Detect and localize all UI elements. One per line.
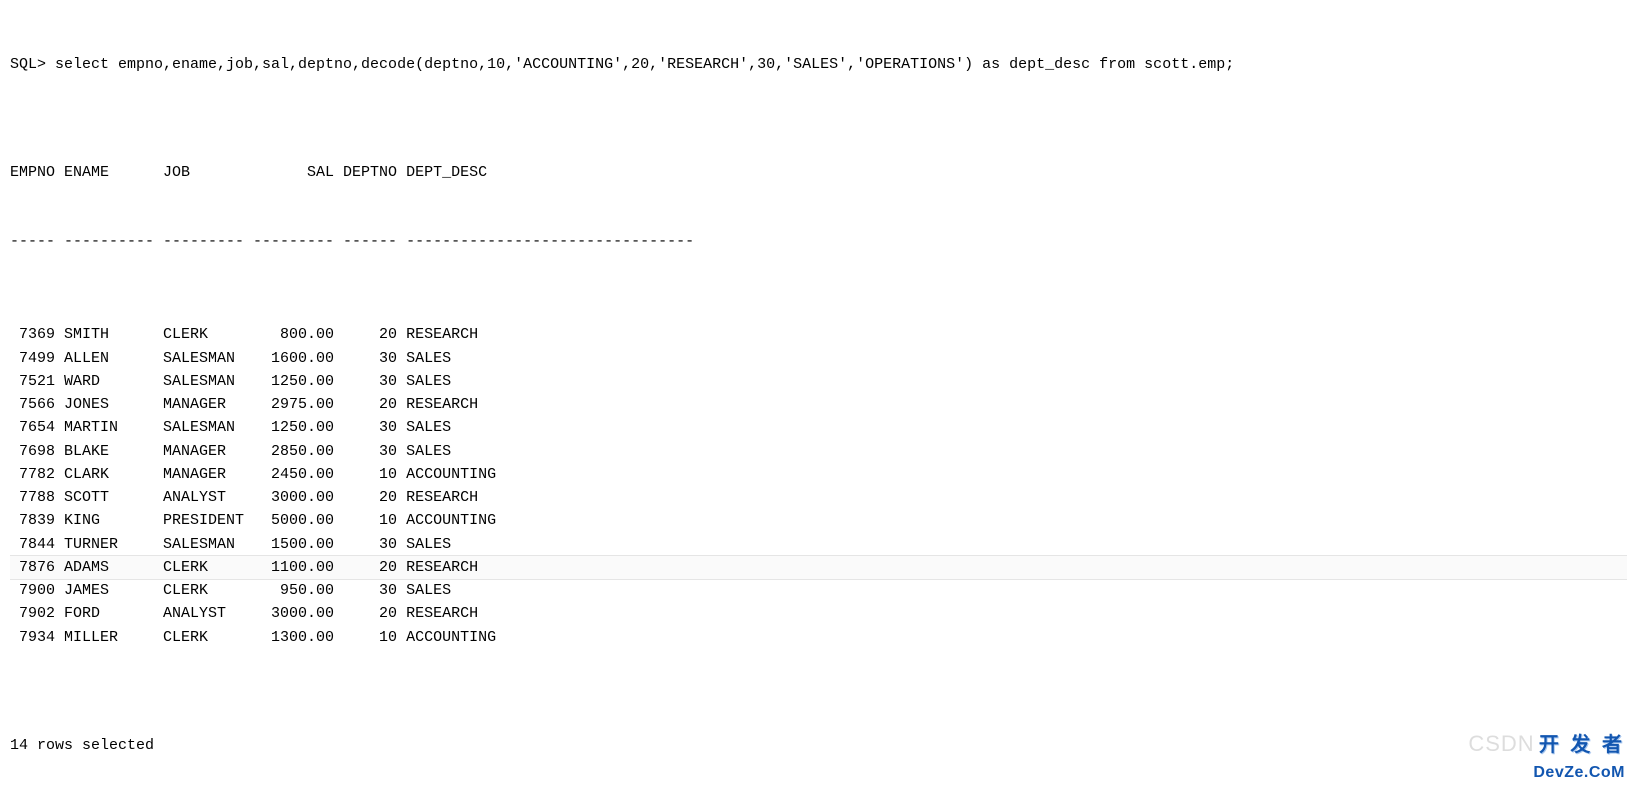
table-row: 7876 ADAMS CLERK 1100.00 20 RESEARCH [10,555,1627,580]
table-row: 7902 FORD ANALYST 3000.00 20 RESEARCH [10,602,1627,625]
result-rows: 7369 SMITH CLERK 800.00 20 RESEARCH 7499… [10,323,1627,649]
table-row: 7900 JAMES CLERK 950.00 30 SALES [10,579,1627,602]
sql-terminal-output: SQL> select empno,ename,job,sal,deptno,d… [0,0,1637,790]
table-row: 7782 CLARK MANAGER 2450.00 10 ACCOUNTING [10,463,1627,486]
table-row: 7499 ALLEN SALESMAN 1600.00 30 SALES [10,347,1627,370]
table-row: 7844 TURNER SALESMAN 1500.00 30 SALES [10,533,1627,556]
table-row: 7654 MARTIN SALESMAN 1250.00 30 SALES [10,416,1627,439]
table-row: 7788 SCOTT ANALYST 3000.00 20 RESEARCH [10,486,1627,509]
table-row: 7521 WARD SALESMAN 1250.00 30 SALES [10,370,1627,393]
table-row: 7369 SMITH CLERK 800.00 20 RESEARCH [10,323,1627,346]
row-count-footer: 14 rows selected [10,734,1627,757]
sql-prompt-line: SQL> select empno,ename,job,sal,deptno,d… [10,53,1627,76]
table-row: 7566 JONES MANAGER 2975.00 20 RESEARCH [10,393,1627,416]
table-row: 7934 MILLER CLERK 1300.00 10 ACCOUNTING [10,626,1627,649]
table-row: 7698 BLAKE MANAGER 2850.00 30 SALES [10,440,1627,463]
table-row: 7839 KING PRESIDENT 5000.00 10 ACCOUNTIN… [10,509,1627,532]
result-divider: ----- ---------- --------- --------- ---… [10,230,1627,253]
result-header: EMPNO ENAME JOB SAL DEPTNO DEPT_DESC [10,161,1627,184]
